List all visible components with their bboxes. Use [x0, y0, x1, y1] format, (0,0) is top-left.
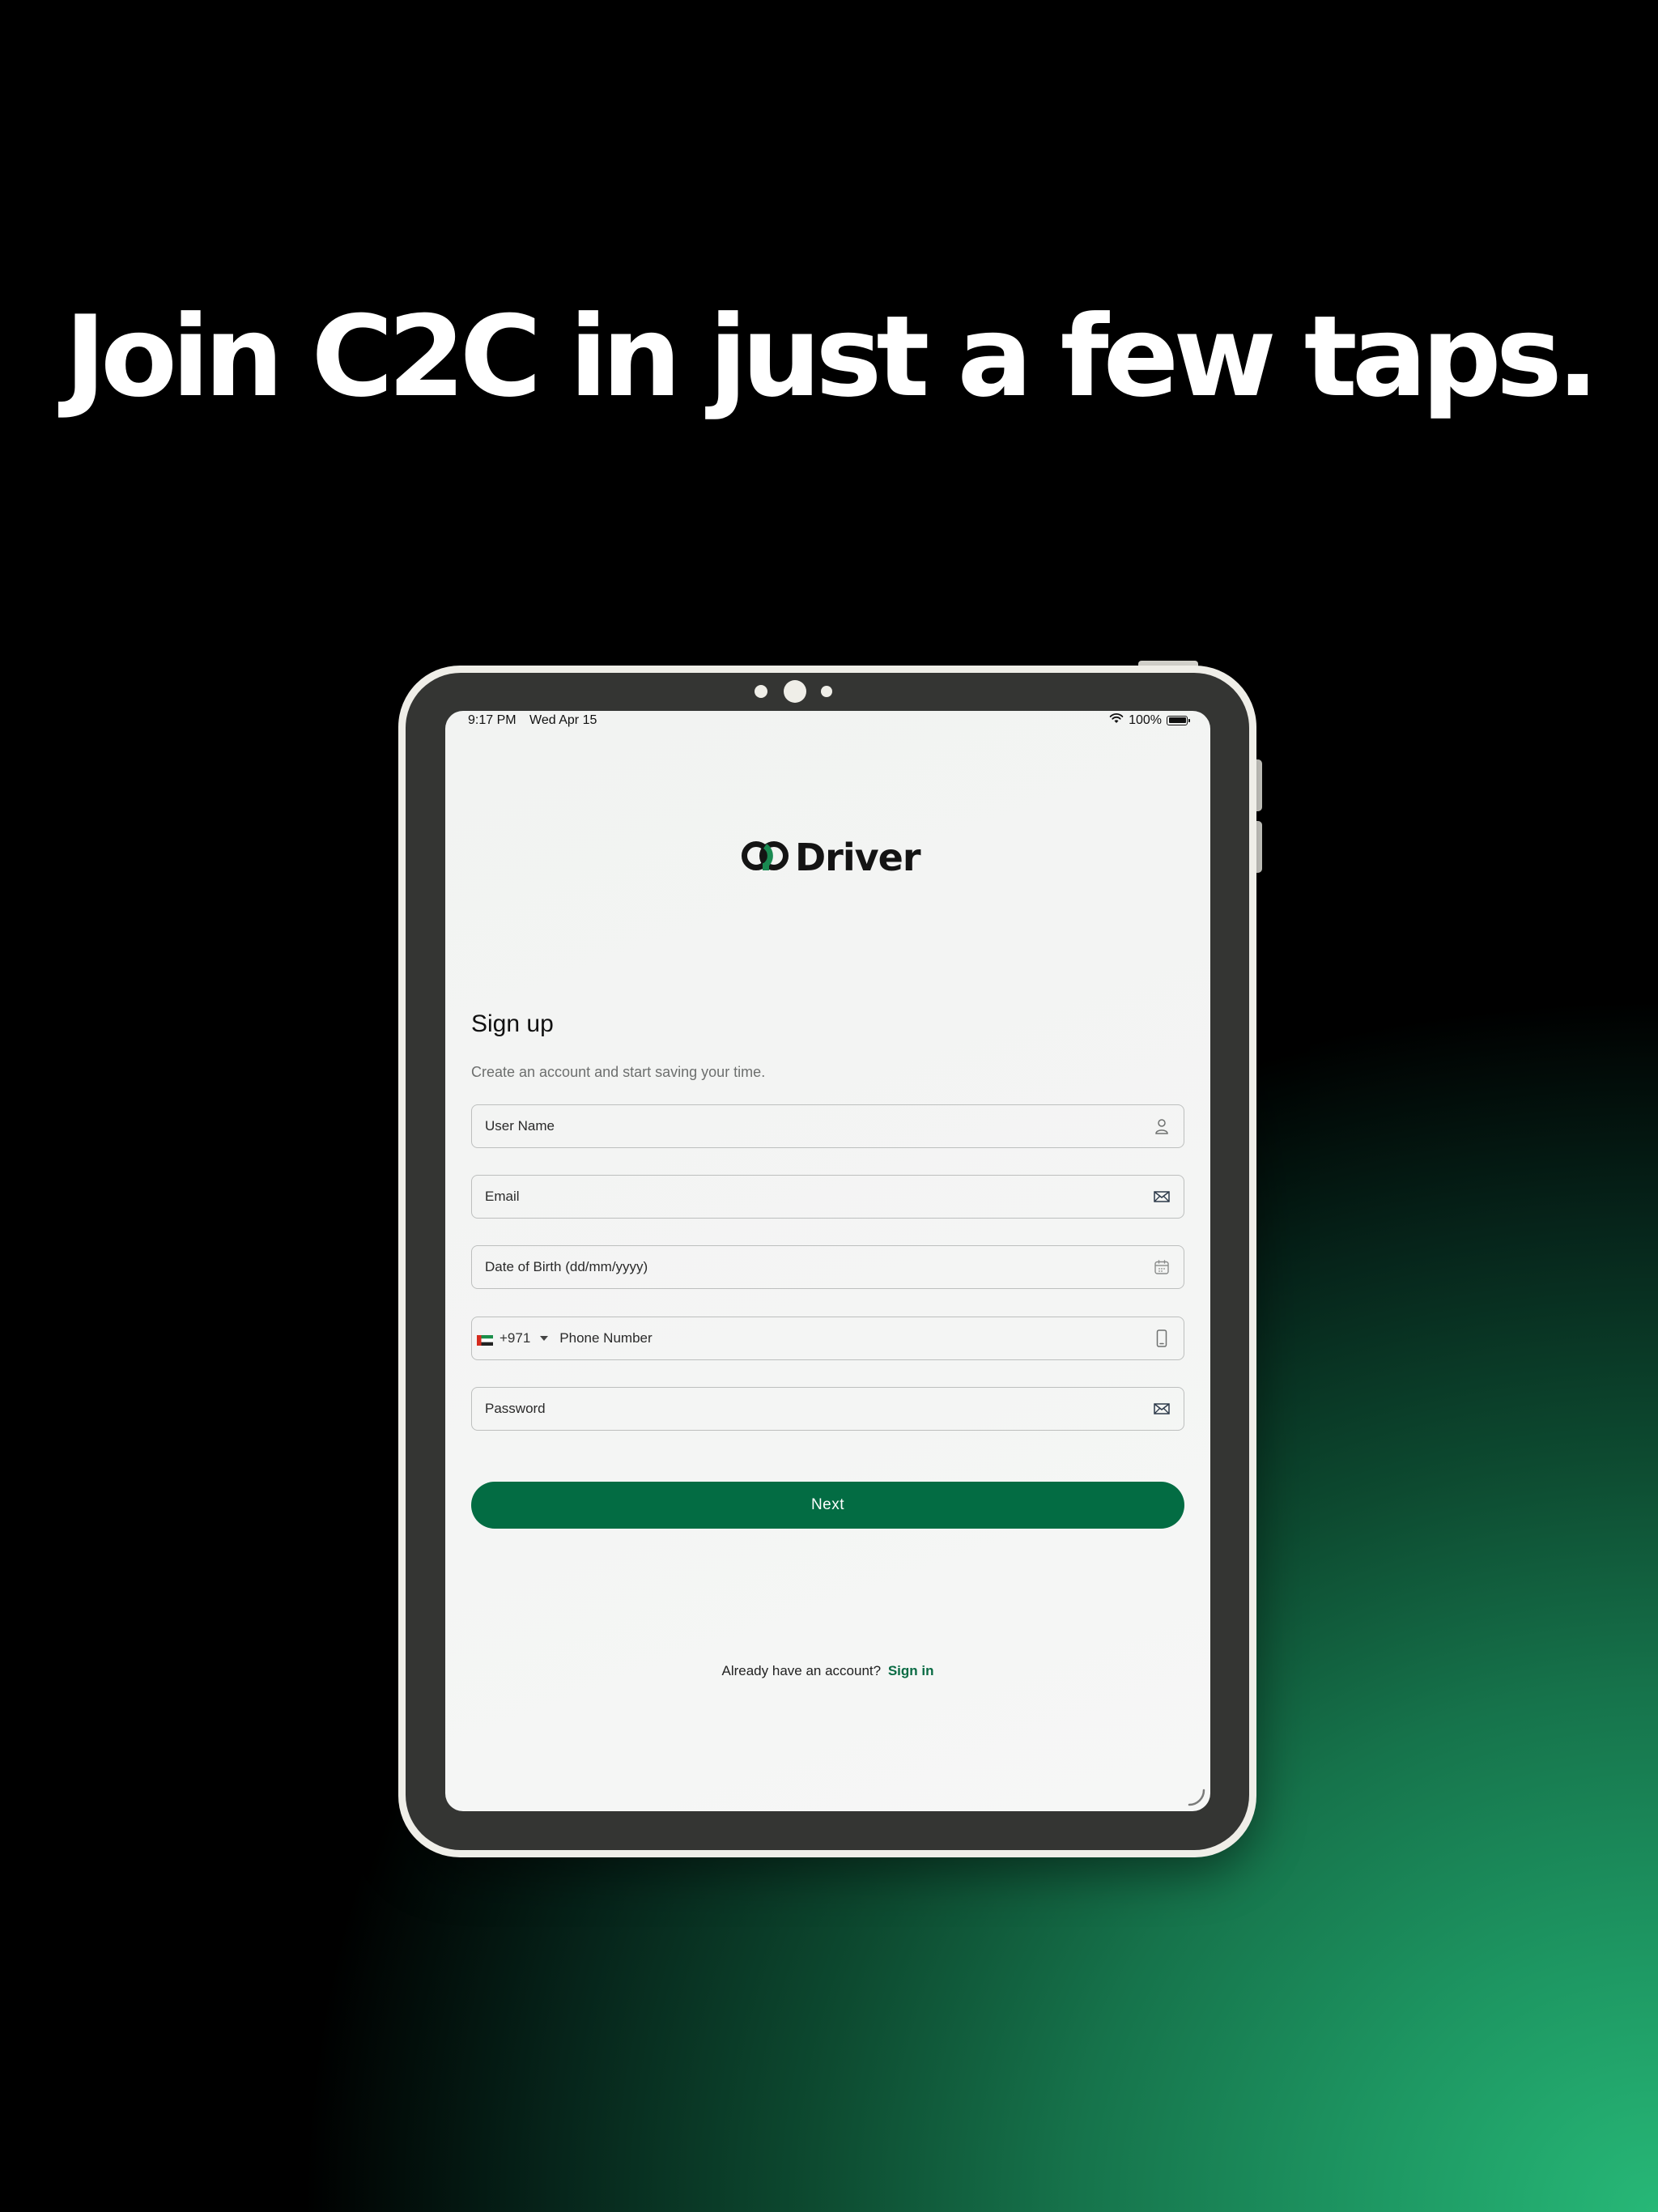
battery-percentage: 100%	[1129, 713, 1162, 727]
phone-field[interactable]: +971	[471, 1317, 1184, 1360]
page-title: Sign up	[471, 1010, 554, 1037]
calendar-icon	[1153, 1258, 1171, 1276]
dob-field[interactable]	[471, 1245, 1184, 1289]
dob-input[interactable]	[472, 1246, 1153, 1288]
signin-prompt-text: Already have an account?	[721, 1663, 882, 1678]
camera-sensor-left	[755, 685, 767, 698]
envelope-icon	[1153, 1188, 1171, 1206]
status-bar: 9:17 PM Wed Apr 15 100%	[445, 711, 1210, 729]
country-code: +971	[500, 1330, 531, 1346]
email-field[interactable]	[471, 1175, 1184, 1219]
marketing-headline: Join C2C in just a few taps.	[64, 291, 1599, 422]
phone-input[interactable]	[548, 1317, 1153, 1359]
password-field[interactable]	[471, 1387, 1184, 1431]
country-code-selector[interactable]: +971	[472, 1330, 549, 1346]
uae-flag-icon	[477, 1334, 493, 1346]
page-subtitle: Create an account and start saving your …	[471, 1064, 766, 1080]
screen-corner-arc-icon	[1188, 1789, 1205, 1806]
username-field[interactable]	[471, 1104, 1184, 1148]
next-button[interactable]: Next	[471, 1482, 1184, 1529]
status-time: 9:17 PM	[468, 713, 517, 727]
brand-name: Driver	[795, 836, 921, 879]
username-input[interactable]	[472, 1105, 1153, 1147]
phone-icon	[1153, 1329, 1171, 1347]
status-left: 9:17 PM Wed Apr 15	[468, 713, 606, 728]
person-icon	[1153, 1117, 1171, 1135]
brand-logo: Driver	[740, 836, 921, 879]
camera-lens	[784, 680, 806, 703]
signin-prompt: Already have an account? Sign in	[445, 1663, 1210, 1679]
camera-sensor-right	[821, 686, 832, 697]
c2c-logo-icon	[740, 840, 790, 876]
password-input[interactable]	[472, 1388, 1153, 1430]
chevron-down-icon	[540, 1336, 549, 1341]
envelope-icon	[1153, 1400, 1171, 1418]
status-right: 100%	[1109, 713, 1190, 728]
app-screen: 9:17 PM Wed Apr 15 100% Driver Sign up C…	[445, 711, 1210, 1811]
email-input[interactable]	[472, 1176, 1153, 1218]
battery-icon	[1167, 715, 1190, 725]
status-date: Wed Apr 15	[529, 713, 597, 727]
wifi-icon	[1109, 713, 1124, 728]
signin-link[interactable]: Sign in	[888, 1663, 934, 1678]
